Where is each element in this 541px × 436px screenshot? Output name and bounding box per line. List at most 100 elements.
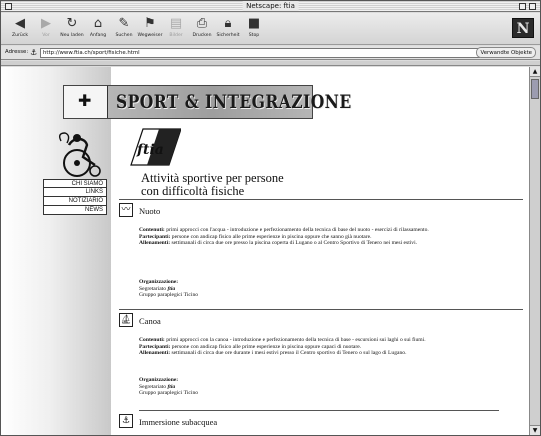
nav-notiziario[interactable]: NOTIZIARIO: [43, 197, 107, 206]
back-button[interactable]: ◀ Zurück: [7, 15, 33, 43]
address-bar: Adresse: ⚓ http://www.ftia.ch/sport/fisi…: [1, 46, 540, 60]
back-button-label: Zurück: [11, 33, 29, 38]
images-button[interactable]: ▤ Bilder: [163, 15, 189, 43]
allenamenti-text: settimanali di circa due ore presso la p…: [171, 240, 418, 247]
contenuti-label: Contenuti:: [139, 227, 165, 233]
home-button-label: Anfang: [89, 33, 107, 38]
collapse-box[interactable]: [529, 3, 536, 10]
section-title: Nuoto: [139, 206, 161, 216]
stop-icon: ■: [247, 16, 261, 31]
organizzazione-block: Organizzazione: Segretariato ftia Gruppo…: [139, 377, 198, 397]
org-brand: ftia: [167, 285, 176, 292]
images-icon: ▤: [169, 16, 183, 31]
search-icon: ✎: [118, 16, 130, 31]
section-title: Canoa: [139, 316, 161, 326]
section-nuoto: 〰 Nuoto Contenuti: primi approcci con l'…: [119, 199, 523, 309]
search-button[interactable]: ✎ Suchen: [111, 15, 137, 43]
page-title-line-2: con difficoltà fisiche: [141, 184, 245, 198]
address-label: Adresse:: [5, 49, 29, 55]
reload-button[interactable]: ↻ Neu laden: [59, 15, 85, 43]
side-navigation: CHI SIAMO LINKS NOTIZIARIO NEWS: [43, 179, 107, 215]
forward-button[interactable]: ▶ Vor: [33, 15, 59, 43]
guide-button-label: Wegweiser: [137, 33, 163, 38]
allenamenti-label: Allenamenti:: [139, 350, 171, 357]
sport-banner: ✚ SPORT & INTEGRAZIONE: [63, 85, 351, 119]
reload-button-label: Neu laden: [60, 33, 84, 38]
forward-button-label: Vor: [42, 33, 50, 38]
banner-title: SPORT & INTEGRAZIONE: [116, 91, 352, 113]
back-arrow-icon: ◀: [15, 16, 25, 31]
org-line-2: Gruppo paraplegici Ticino: [139, 390, 199, 397]
search-button-label: Suchen: [115, 33, 133, 38]
section-divider: [119, 309, 523, 310]
zoom-box[interactable]: [519, 3, 526, 10]
left-gradient-band: [1, 67, 111, 435]
allenamenti-text: settimanali di circa due ore durante i m…: [171, 350, 407, 357]
section-description: Contenuti: primi approcci con l'acqua - …: [139, 227, 519, 247]
stop-button-label: Stop: [248, 33, 260, 38]
ftia-logo: ftia: [130, 128, 181, 166]
home-button[interactable]: ⌂ Anfang: [85, 15, 111, 43]
ftia-logo-text: ftia: [136, 142, 164, 158]
section-title: Immersione subacquea: [139, 417, 218, 427]
organizzazione-block: Organizzazione: Segretariato ftia Gruppo…: [139, 279, 198, 299]
partecipanti-text: persone con andicap fisico alle prime es…: [171, 343, 362, 350]
netscape-logo[interactable]: N: [512, 18, 534, 38]
org-line-1: Segretariato: [139, 285, 167, 292]
print-button[interactable]: ⎙ Drucken: [189, 15, 215, 43]
window-title: Netscape: ftia: [242, 1, 299, 11]
section-immersione: ⚓ Immersione subacquea: [119, 410, 523, 435]
tab-strip: [1, 61, 540, 66]
emblem-box: ✚: [64, 86, 108, 118]
page-title: Attività sportive per persone con diffic…: [141, 172, 381, 198]
security-icon: 🔒︎: [224, 16, 232, 31]
browser-window: Netscape: ftia ◀ Zurück ▶ Vor ↻ Neu lade…: [0, 0, 541, 436]
print-icon: ⎙: [196, 16, 208, 31]
nav-links[interactable]: LINKS: [43, 188, 107, 197]
diver-icon: ⚓: [119, 414, 133, 428]
images-button-label: Bilder: [169, 33, 183, 38]
nav-chi-siamo[interactable]: CHI SIAMO: [43, 179, 107, 188]
partecipanti-label: Partecipanti:: [139, 343, 171, 350]
title-bar[interactable]: Netscape: ftia: [1, 1, 540, 12]
canoe-icon: ⛵︎: [119, 313, 133, 327]
contenuti-label: Contenuti:: [139, 337, 165, 343]
partecipanti-label: Partecipanti:: [139, 233, 171, 240]
print-button-label: Drucken: [192, 33, 212, 38]
forward-arrow-icon: ▶: [41, 16, 51, 31]
section-divider: [139, 410, 499, 411]
allenamenti-label: Allenamenti:: [139, 240, 171, 247]
org-line-2: Gruppo paraplegici Ticino: [139, 292, 199, 299]
reload-icon: ↻: [66, 16, 78, 31]
nav-news[interactable]: NEWS: [43, 206, 107, 215]
scroll-up-arrow-icon[interactable]: ▲: [530, 67, 540, 77]
org-label: Organizzazione:: [139, 279, 179, 285]
org-label: Organizzazione:: [139, 377, 179, 383]
security-button-label: Sicherheit: [216, 33, 240, 38]
scroll-thumb[interactable]: [531, 79, 539, 99]
org-brand: ftia: [167, 383, 176, 390]
guide-button[interactable]: ⚑ Wegweiser: [137, 15, 163, 43]
navigation-toolbar: ◀ Zurück ▶ Vor ↻ Neu laden ⌂ Anfang ✎ Su…: [1, 13, 540, 45]
bookmark-icon[interactable]: ⚓: [30, 48, 37, 57]
stop-button[interactable]: ■ Stop: [241, 15, 267, 43]
swimmer-icon: 〰: [119, 203, 133, 217]
contenuti-text: primi approcci con la canoa - introduzio…: [166, 337, 426, 343]
security-button[interactable]: 🔒︎ Sicherheit: [215, 15, 241, 43]
related-objects-button[interactable]: Verwandte Objekte: [476, 47, 536, 58]
section-description: Contenuti: primi approcci con la canoa -…: [139, 337, 519, 357]
url-field[interactable]: http://www.ftia.ch/sport/fisiche.html: [40, 48, 480, 58]
scroll-down-arrow-icon[interactable]: ▼: [530, 425, 540, 435]
emblem-icon: ✚: [78, 91, 92, 110]
guide-icon: ⚑: [144, 16, 156, 31]
close-box[interactable]: [5, 3, 12, 10]
partecipanti-text: persone con andicap fisico alle prime es…: [171, 233, 372, 240]
page-content: ✚ SPORT & INTEGRAZIONE CHI SIAMO LINKS N…: [1, 67, 529, 435]
wheelchair-logo: [58, 132, 101, 177]
vertical-scrollbar[interactable]: ▲ ▼: [529, 67, 540, 435]
home-icon: ⌂: [93, 16, 103, 31]
section-canoa: ⛵︎ Canoa Contenuti: primi approcci con l…: [119, 309, 523, 409]
section-divider: [119, 199, 523, 200]
contenuti-text: primi approcci con l'acqua - introduzion…: [166, 227, 429, 233]
org-line-1: Segretariato: [139, 383, 167, 390]
